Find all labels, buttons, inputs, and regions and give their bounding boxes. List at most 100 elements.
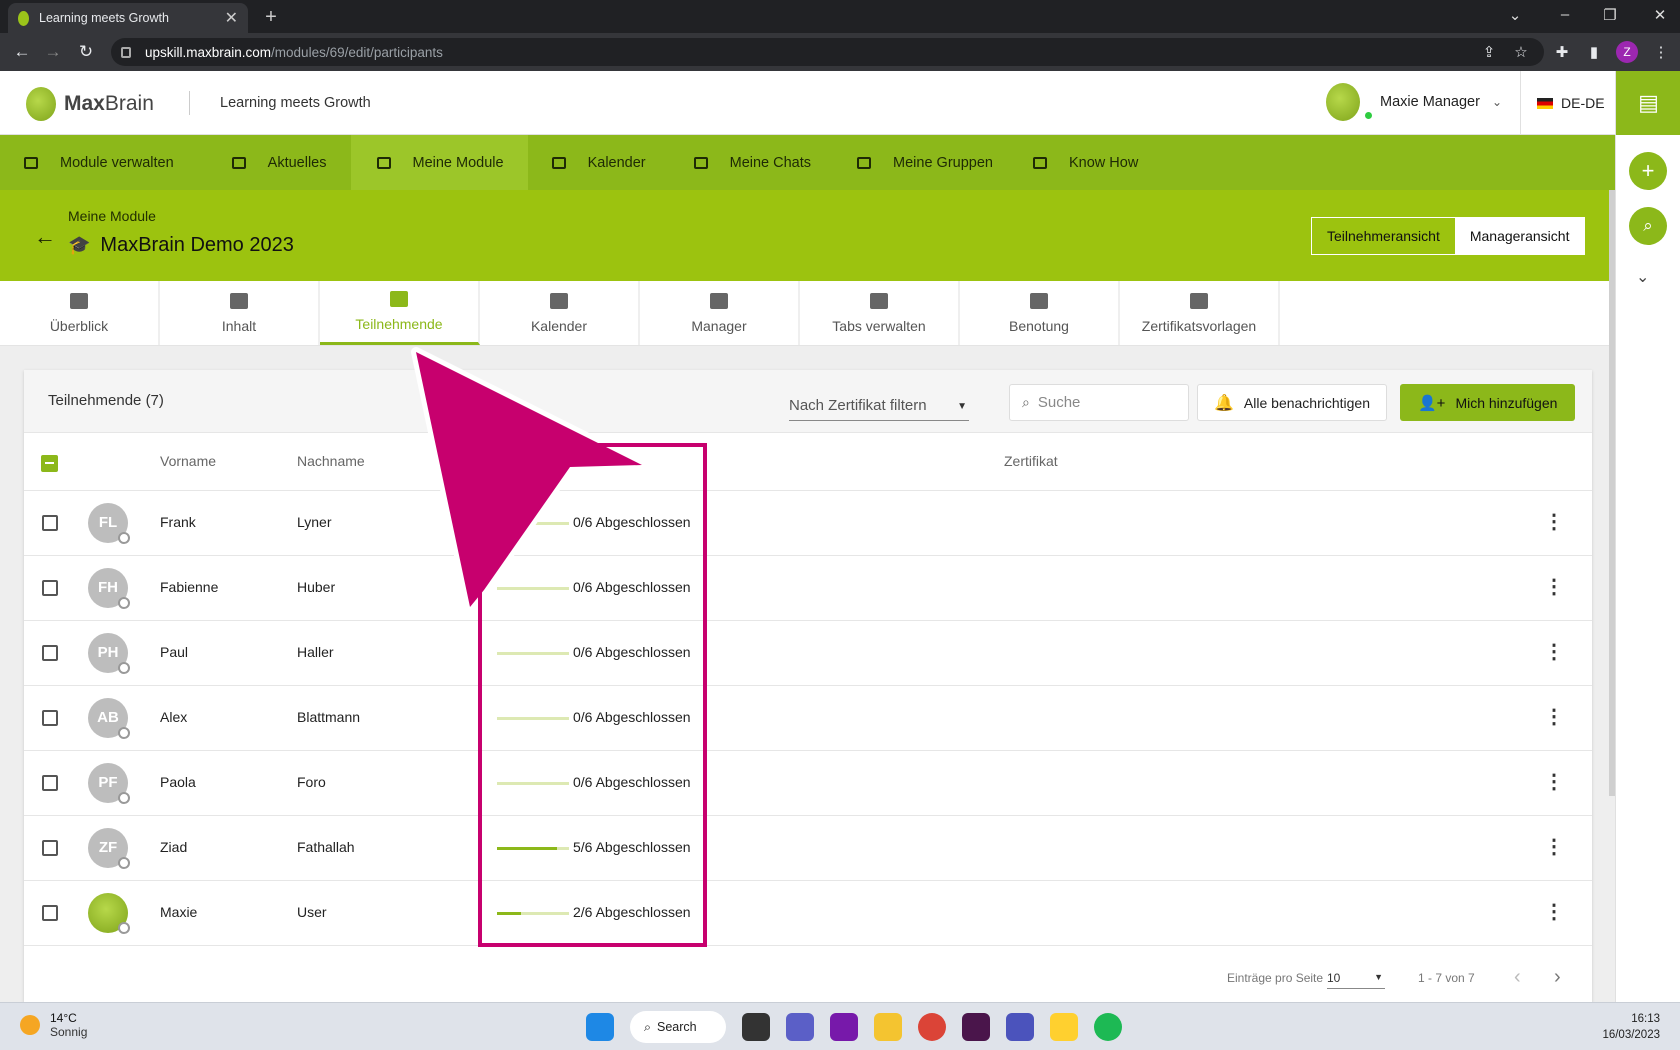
more-options-icon[interactable]: ⋮ xyxy=(1544,574,1564,599)
tab-kalender[interactable]: Kalender xyxy=(480,281,640,345)
add-button[interactable]: + xyxy=(1629,152,1667,190)
status-indicator-icon xyxy=(118,727,130,739)
tab-ueberblick[interactable]: Überblick xyxy=(0,281,160,345)
browser-tab[interactable]: Learning meets Growth ✕ xyxy=(8,3,248,33)
notify-all-button[interactable]: 🔔 Alle benachrichtigen xyxy=(1197,384,1388,421)
nav-item-module-verwalten[interactable]: Module verwalten xyxy=(0,135,198,190)
status-indicator-icon xyxy=(118,857,130,869)
tab-zertifikatsvorlagen[interactable]: Zertifikatsvorlagen xyxy=(1120,281,1280,345)
manager-icon xyxy=(710,292,728,309)
search-icon: ⌕ xyxy=(644,1019,652,1034)
taskbar-search[interactable]: ⌕ Search xyxy=(630,1011,726,1043)
browser-menu-icon[interactable]: ⋮ xyxy=(1650,43,1672,61)
profile-avatar[interactable]: Z xyxy=(1616,41,1638,63)
more-options-icon[interactable]: ⋮ xyxy=(1544,704,1564,729)
breadcrumb[interactable]: Meine Module xyxy=(68,208,156,224)
row-checkbox[interactable] xyxy=(42,580,58,596)
column-header-certificate: Zertifikat xyxy=(1004,453,1058,469)
table-row[interactable]: Maxie User 2/6 Abgeschlossen ⋮ xyxy=(24,881,1592,946)
calendar-icon xyxy=(551,156,566,169)
row-checkbox[interactable] xyxy=(42,645,58,661)
row-checkbox[interactable] xyxy=(42,840,58,856)
chrome-icon[interactable] xyxy=(918,1013,946,1041)
tab-manager[interactable]: Manager xyxy=(640,281,800,345)
table-row[interactable]: ZF Ziad Fathallah 5/6 Abgeschlossen ⋮ xyxy=(24,816,1592,881)
tab-search-icon[interactable]: ⌄ xyxy=(1500,6,1530,24)
more-options-icon[interactable]: ⋮ xyxy=(1544,899,1564,924)
back-arrow-icon[interactable]: ← xyxy=(34,224,56,250)
row-checkbox[interactable] xyxy=(42,775,58,791)
file-explorer-icon[interactable] xyxy=(874,1013,902,1041)
tab-benotung[interactable]: Benotung xyxy=(960,281,1120,345)
select-all-checkbox[interactable] xyxy=(41,455,58,472)
table-row[interactable]: PF Paola Foro 0/6 Abgeschlossen ⋮ xyxy=(24,751,1592,816)
row-checkbox[interactable] xyxy=(42,710,58,726)
add-me-button[interactable]: 👤+ Mich hinzufügen xyxy=(1400,384,1576,421)
row-checkbox[interactable] xyxy=(42,515,58,531)
teams-icon[interactable] xyxy=(1006,1013,1034,1041)
close-window-icon[interactable]: ✕ xyxy=(1645,6,1675,24)
reload-icon[interactable]: ↻ xyxy=(75,42,97,62)
weather-widget[interactable]: 14°C Sonnig xyxy=(20,1011,87,1039)
more-options-icon[interactable]: ⋮ xyxy=(1544,639,1564,664)
previous-page-icon[interactable]: ‹ xyxy=(1514,966,1521,989)
per-page-select[interactable]: 10 ▼ xyxy=(1327,967,1385,989)
chat-button[interactable]: ▤ xyxy=(1616,71,1680,135)
search-button[interactable]: ⌕ xyxy=(1629,207,1667,245)
chevron-down-icon[interactable]: ⌄ xyxy=(1636,267,1649,287)
address-bar[interactable]: upskill.maxbrain.com/modules/69/edit/par… xyxy=(111,38,1544,66)
pagination: Einträge pro Seite 10 ▼ 1 - 7 von 7 ‹ › xyxy=(24,960,1592,1000)
nav-item-meine-gruppen[interactable]: Meine Gruppen xyxy=(835,135,1017,190)
tab-inhalt[interactable]: Inhalt xyxy=(160,281,320,345)
nav-item-meine-module[interactable]: Meine Module xyxy=(350,135,528,190)
user-menu[interactable]: Maxie Manager ⌄ xyxy=(1326,83,1502,121)
forward-icon[interactable]: → xyxy=(42,42,64,62)
nav-item-kalender[interactable]: Kalender xyxy=(528,135,670,190)
certificate-filter-select[interactable]: Nach Zertifikat filtern ▼ xyxy=(789,397,969,421)
add-person-icon: 👤+ xyxy=(1418,394,1446,412)
new-tab-icon[interactable]: + xyxy=(260,7,282,27)
maxbrain-logo[interactable]: MaxBrain xyxy=(26,87,154,121)
bookmark-star-icon[interactable]: ☆ xyxy=(1510,43,1532,61)
side-panel-icon[interactable]: ▮ xyxy=(1583,43,1605,61)
column-header-last-name[interactable]: Nachname xyxy=(297,453,365,469)
share-icon[interactable]: ⇪ xyxy=(1478,43,1500,61)
windows-start-icon[interactable] xyxy=(586,1013,614,1041)
onenote-icon[interactable] xyxy=(830,1013,858,1041)
more-options-icon[interactable]: ⋮ xyxy=(1544,769,1564,794)
table-row[interactable]: AB Alex Blattmann 0/6 Abgeschlossen ⋮ xyxy=(24,686,1592,751)
maximize-icon[interactable]: ❐ xyxy=(1595,6,1625,24)
manager-view-button[interactable]: Manageransicht xyxy=(1454,218,1585,254)
slack-icon[interactable] xyxy=(962,1013,990,1041)
table-row[interactable]: FL Frank Lyner 0/6 Abgeschlossen ⋮ xyxy=(24,491,1592,556)
task-view-icon[interactable] xyxy=(742,1013,770,1041)
row-checkbox[interactable] xyxy=(42,905,58,921)
taskbar-apps: ⌕ Search xyxy=(578,1011,1130,1043)
more-options-icon[interactable]: ⋮ xyxy=(1544,509,1564,534)
participant-view-button[interactable]: Teilnehmeransicht xyxy=(1312,218,1455,254)
extensions-icon[interactable]: ✚ xyxy=(1551,43,1573,61)
teams-chat-icon[interactable] xyxy=(786,1013,814,1041)
table-row[interactable]: FH Fabienne Huber 0/6 Abgeschlossen ⋮ xyxy=(24,556,1592,621)
nav-item-know-how[interactable]: Know How xyxy=(1017,135,1162,190)
miro-icon[interactable] xyxy=(1050,1013,1078,1041)
minimize-icon[interactable]: – xyxy=(1550,6,1580,23)
close-tab-icon[interactable]: ✕ xyxy=(225,8,238,28)
tab-tabs-verwalten[interactable]: Tabs verwalten xyxy=(800,281,960,345)
system-clock[interactable]: 16:13 16/03/2023 xyxy=(1602,1011,1660,1043)
spotify-icon[interactable] xyxy=(1094,1013,1122,1041)
url-path: /modules/69/edit/participants xyxy=(271,44,443,60)
table-row[interactable]: PH Paul Haller 0/6 Abgeschlossen ⋮ xyxy=(24,621,1592,686)
search-input[interactable]: ⌕ Suche xyxy=(1009,384,1189,421)
next-page-icon[interactable]: › xyxy=(1554,966,1561,989)
brain-logo-icon xyxy=(26,87,56,121)
back-icon[interactable]: ← xyxy=(11,42,33,62)
nav-item-meine-chats[interactable]: Meine Chats xyxy=(670,135,835,190)
language-selector[interactable]: DE-DE xyxy=(1537,95,1605,111)
nav-item-label: Kalender xyxy=(587,154,646,171)
tab-teilnehmende[interactable]: Teilnehmende xyxy=(320,281,480,345)
page-scrollbar[interactable] xyxy=(1609,190,1615,796)
nav-item-aktuelles[interactable]: Aktuelles xyxy=(198,135,351,190)
more-options-icon[interactable]: ⋮ xyxy=(1544,834,1564,859)
column-header-first-name[interactable]: Vorname xyxy=(160,453,216,469)
